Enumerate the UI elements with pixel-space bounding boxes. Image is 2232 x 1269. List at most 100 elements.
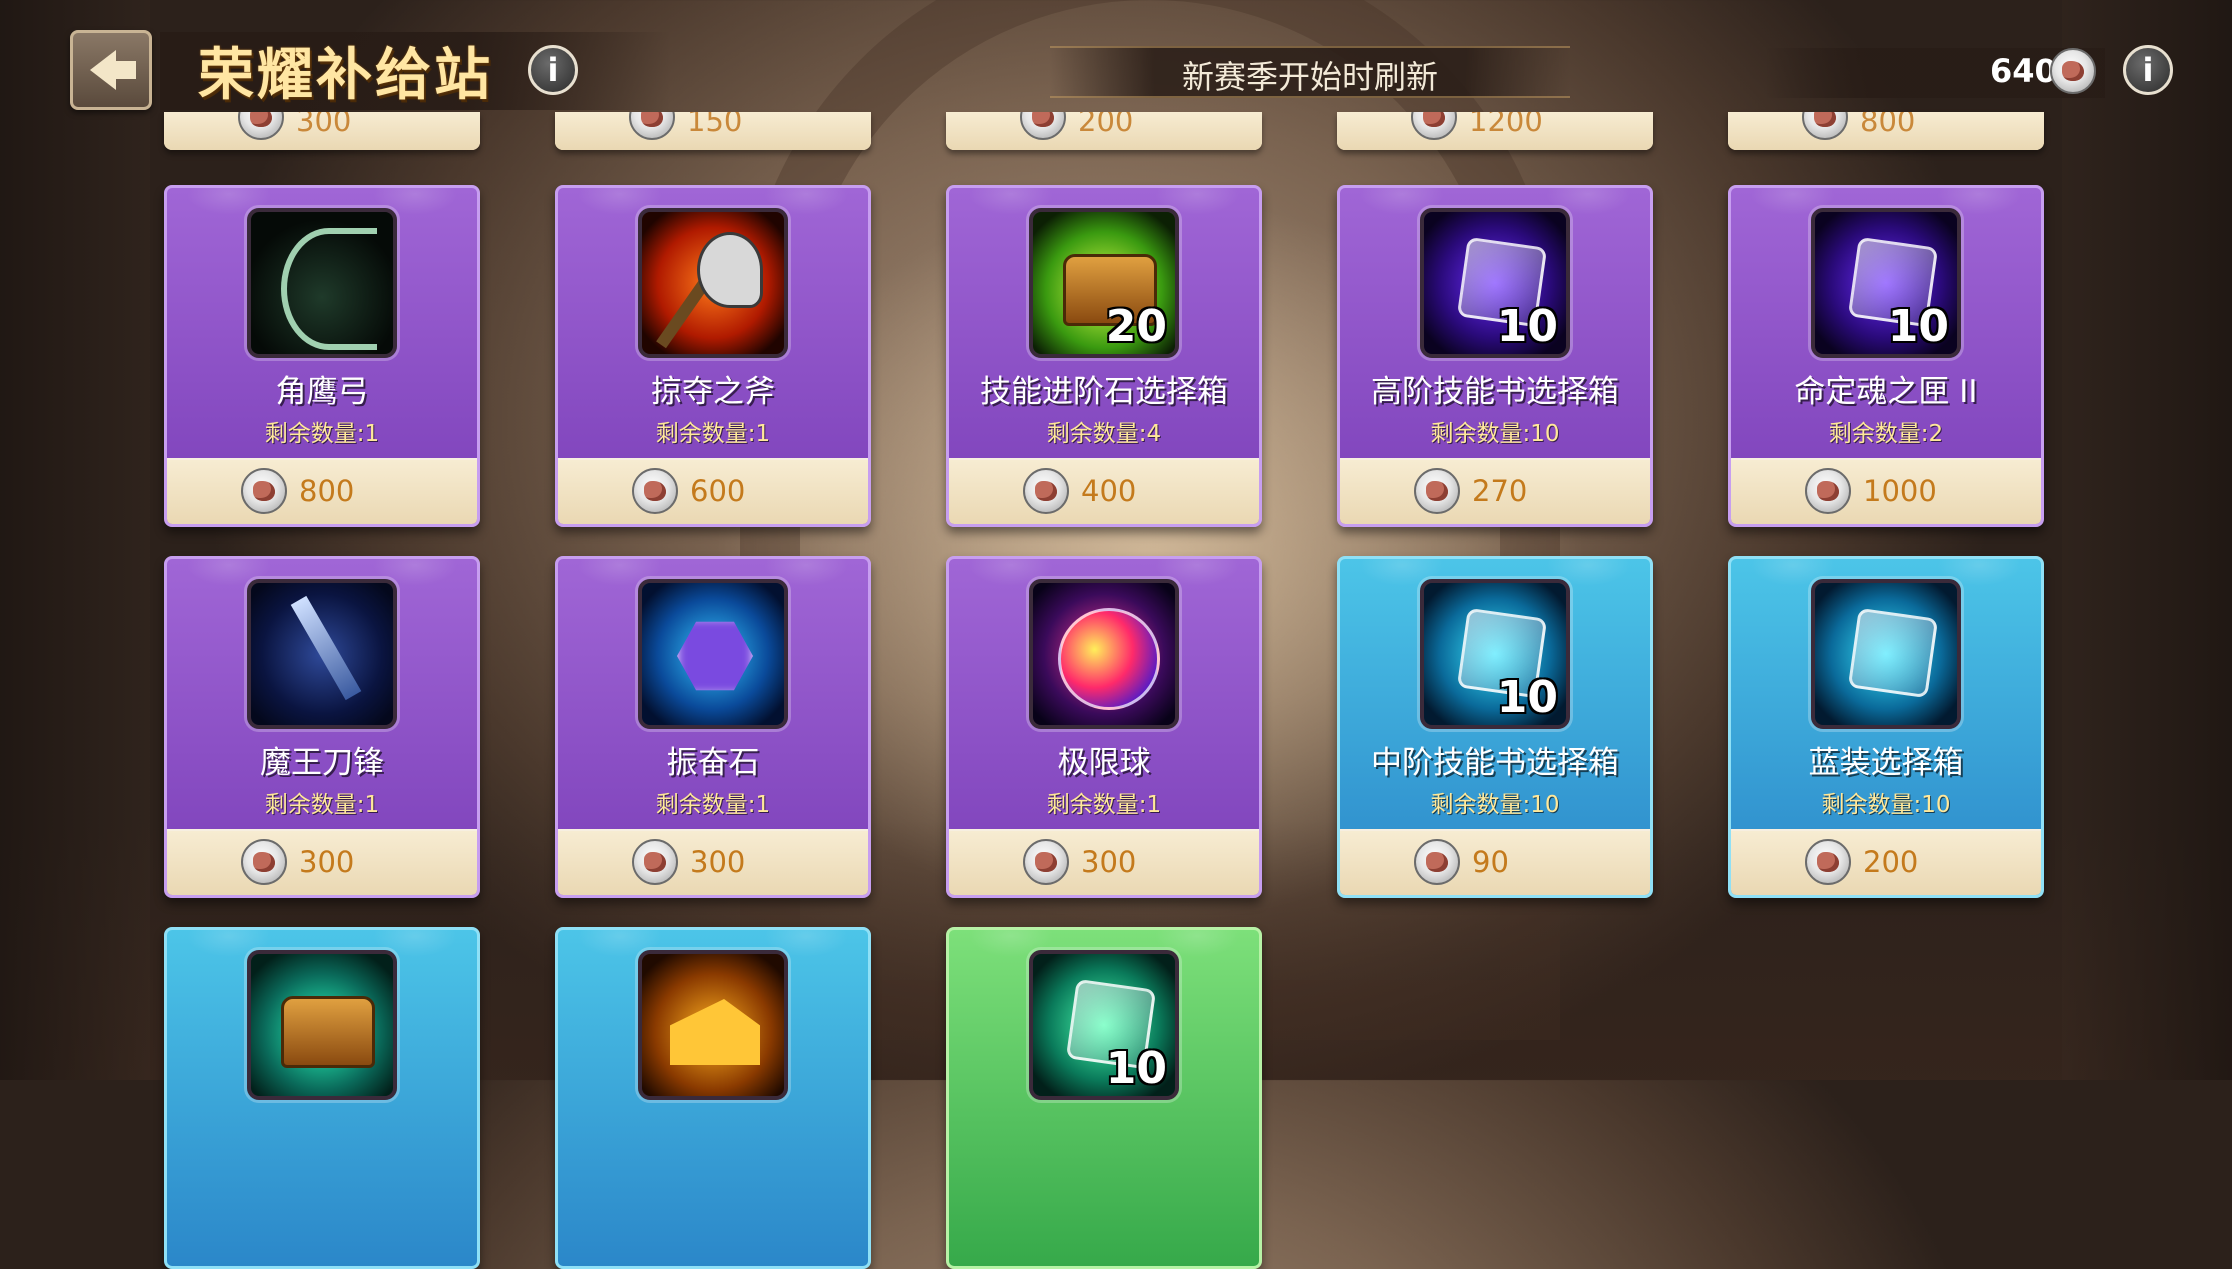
item-price: 200 [1078,112,1134,138]
box-icon [1811,579,1961,729]
shop-item-card[interactable]: 10 命定魂之匣 II 剩余数量:2 1000 [1728,185,2044,527]
background-pillar-left [0,0,150,1080]
item-art-shape [697,232,763,308]
bow-icon [247,208,397,358]
item-art-shape [281,996,375,1068]
price-bar: 90 [1340,829,1650,895]
item-name: 技能进阶石选择箱 [980,374,1228,410]
item-price: 90 [1472,845,1509,879]
glory-coin-icon [1414,468,1460,514]
glory-coin-icon [1411,112,1457,140]
glory-coin-icon [2050,48,2096,94]
glory-coin-icon [632,468,678,514]
info-icon: i [2142,51,2154,89]
item-remaining-count: 剩余数量:2 [1828,421,1944,447]
orb-icon [1029,579,1179,729]
item-price: 200 [1863,845,1919,879]
background-pillar-right [2062,0,2232,1080]
currency-info-button[interactable]: i [2123,45,2173,95]
glory-coin-icon [1020,112,1066,140]
box-icon: 10 [1420,208,1570,358]
item-remaining-count: 剩余数量:1 [655,421,771,447]
box-icon: 10 [1420,579,1570,729]
shop-item-card-partial[interactable]: 1200 [1337,112,1653,150]
item-price: 1200 [1469,112,1543,138]
shop-item-card[interactable]: 10 [946,927,1262,1269]
back-arrow-icon [90,50,136,90]
item-price: 600 [690,474,746,508]
item-remaining-count: 剩余数量:1 [264,792,380,818]
price-bar: 270 [1340,458,1650,524]
box-icon: 10 [1029,950,1179,1100]
shop-item-card[interactable]: 极限球剩余数量:1 300 [946,556,1262,898]
item-price: 800 [1860,112,1916,138]
item-name: 角鹰弓 [275,374,369,410]
shop-item-card[interactable]: 10 中阶技能书选择箱剩余数量:10 90 [1337,556,1653,898]
item-name: 魔王刀锋 [260,745,384,781]
item-art-shape [281,228,377,350]
item-name: 蓝装选择箱 [1808,745,1964,781]
glory-coin-icon [241,468,287,514]
item-name: 振奋石 [666,745,760,781]
box-icon: 10 [1811,208,1961,358]
shop-item-card-partial[interactable]: 800 [1728,112,2044,150]
item-remaining-count: 剩余数量:10 [1430,792,1560,818]
cheese-icon [638,950,788,1100]
item-stack-count: 10 [1496,672,1558,723]
info-button[interactable]: i [528,45,578,95]
price-bar: 1000 [1731,458,2041,524]
back-button[interactable] [70,30,152,110]
shop-item-card[interactable]: 掠夺之斧剩余数量:1 600 [555,185,871,527]
shop-item-card[interactable] [555,927,871,1269]
item-name: 中阶技能书选择箱 [1371,745,1619,781]
glory-coin-icon [629,112,675,140]
item-price: 150 [687,112,743,138]
shop-item-card-partial[interactable]: 300 [164,112,480,150]
item-name: 极限球 [1057,745,1151,781]
glory-coin-icon [1805,839,1851,885]
gem-icon [638,579,788,729]
glory-coin-icon [1023,839,1069,885]
price-bar: 800 [167,458,477,524]
price-bar: 150 [555,112,871,150]
axe-icon [638,208,788,358]
item-art-shape [290,595,362,701]
shop-item-card[interactable]: 角鹰弓剩余数量:1 800 [164,185,480,527]
glory-coin-icon [1802,112,1848,140]
item-stack-count: 20 [1105,301,1167,352]
item-price: 800 [299,474,355,508]
page-title: 荣耀补给站 [198,43,493,108]
glory-coin-icon [1414,839,1460,885]
item-remaining-count: 剩余数量:1 [1046,792,1162,818]
item-price: 270 [1472,474,1528,508]
currency-amount: 640 [1990,52,2057,90]
shop-item-card[interactable]: 20 技能进阶石选择箱剩余数量:4 400 [946,185,1262,527]
price-bar: 1200 [1337,112,1653,150]
price-bar: 800 [1728,112,2044,150]
item-price: 1000 [1863,474,1937,508]
item-art-shape [677,621,753,691]
refresh-notice: 新赛季开始时刷新 [1181,58,1438,96]
price-bar: 200 [1731,829,2041,895]
chest-icon [247,950,397,1100]
item-art-shape [1058,608,1160,710]
item-name: 掠夺之斧 [651,374,775,410]
shop-item-card[interactable] [164,927,480,1269]
item-price: 300 [690,845,746,879]
sword-icon [247,579,397,729]
shop-item-card-partial[interactable]: 150 [555,112,871,150]
shop-item-card[interactable]: 10 高阶技能书选择箱 剩余数量:10 270 [1337,185,1653,527]
price-bar: 200 [946,112,1262,150]
shop-item-card[interactable]: 蓝装选择箱 剩余数量:10 200 [1728,556,2044,898]
item-remaining-count: 剩余数量:1 [264,421,380,447]
item-remaining-count: 剩余数量:4 [1046,421,1162,447]
price-bar: 300 [949,829,1259,895]
item-price: 300 [1081,845,1137,879]
shop-item-card[interactable]: 魔王刀锋 剩余数量:1 300 [164,556,480,898]
price-bar: 300 [164,112,480,150]
shop-item-card[interactable]: 振奋石剩余数量:1 300 [555,556,871,898]
shop-item-card-partial[interactable]: 200 [946,112,1262,150]
item-remaining-count: 剩余数量:1 [655,792,771,818]
price-bar: 400 [949,458,1259,524]
item-price: 300 [296,112,352,138]
